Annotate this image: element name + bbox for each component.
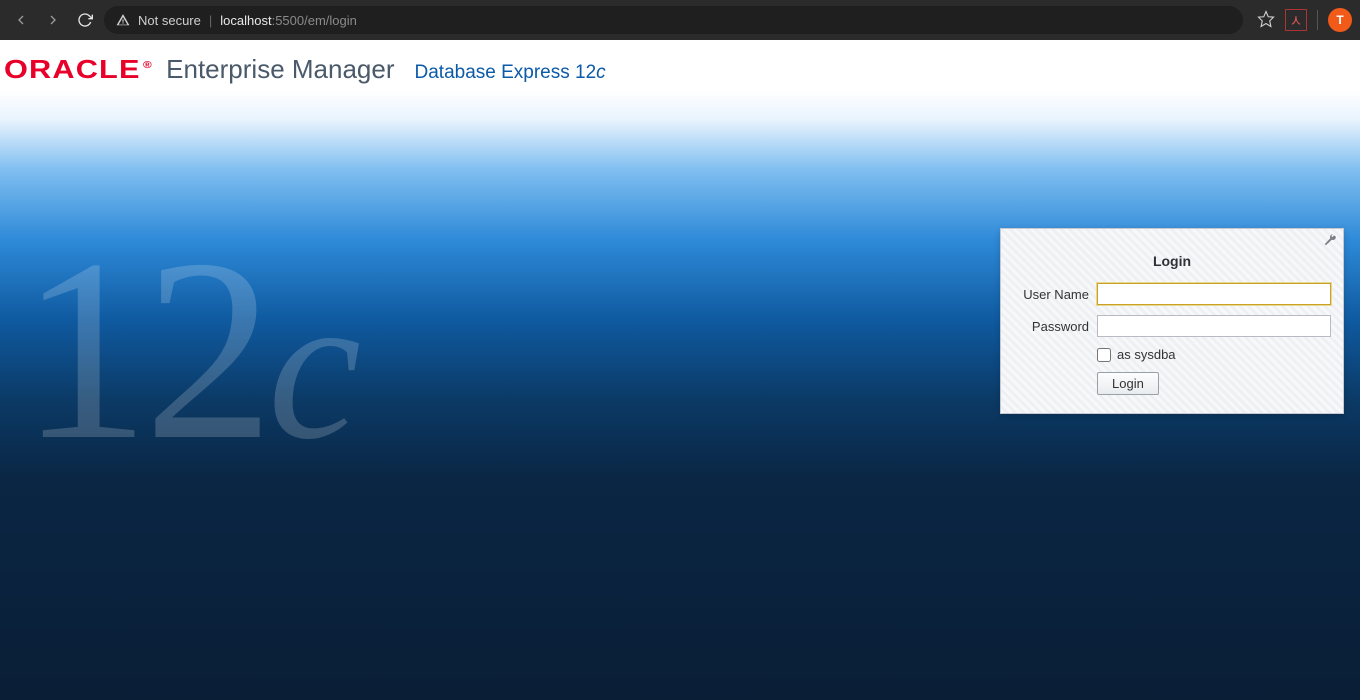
profile-avatar[interactable]: T <box>1328 8 1352 32</box>
settings-wrench-icon[interactable] <box>1323 233 1337 250</box>
watermark-number: 12 <box>20 206 268 494</box>
pdf-extension-icon[interactable]: 人 <box>1285 9 1307 31</box>
login-panel: Login User Name Password as sysdba Login <box>1000 228 1344 414</box>
oracle-logo: ORACLE® <box>4 54 153 85</box>
product-subtitle-prefix: Database Express 12 <box>415 62 597 83</box>
page-body: ORACLE® Enterprise Manager Database Expr… <box>0 40 1360 700</box>
chrome-divider <box>1317 10 1318 30</box>
address-url: localhost:5500/em/login <box>220 13 357 28</box>
username-input[interactable] <box>1097 283 1331 305</box>
sysdba-checkbox[interactable] <box>1097 348 1111 362</box>
url-host: localhost <box>220 13 271 28</box>
product-subtitle-suffix: c <box>596 62 606 83</box>
bookmark-star-icon[interactable] <box>1257 10 1275 31</box>
login-button[interactable]: Login <box>1097 372 1159 395</box>
password-input[interactable] <box>1097 315 1331 337</box>
product-subtitle: Database Express 12c <box>415 62 606 84</box>
username-label: User Name <box>1013 287 1097 302</box>
product-title: Enterprise Manager <box>166 54 394 85</box>
not-secure-label: Not secure <box>138 13 201 28</box>
url-rest: :5500/em/login <box>272 13 357 28</box>
registered-mark: ® <box>143 60 153 71</box>
password-row: Password <box>1013 315 1331 337</box>
sysdba-label: as sysdba <box>1117 347 1176 362</box>
login-title: Login <box>1013 253 1331 269</box>
sysdba-row: as sysdba <box>1097 347 1331 362</box>
password-label: Password <box>1013 319 1097 334</box>
address-separator: | <box>209 13 212 28</box>
back-button[interactable] <box>8 7 34 33</box>
not-secure-icon <box>116 13 130 27</box>
address-bar[interactable]: Not secure | localhost:5500/em/login <box>104 6 1243 34</box>
oracle-logo-text: ORACLE <box>4 54 141 84</box>
browser-chrome: Not secure | localhost:5500/em/login 人 T <box>0 0 1360 40</box>
forward-button[interactable] <box>40 7 66 33</box>
page-header: ORACLE® Enterprise Manager Database Expr… <box>4 54 606 85</box>
username-row: User Name <box>1013 283 1331 305</box>
reload-button[interactable] <box>72 7 98 33</box>
background-watermark: 12c <box>20 220 355 480</box>
watermark-suffix: c <box>268 251 355 483</box>
